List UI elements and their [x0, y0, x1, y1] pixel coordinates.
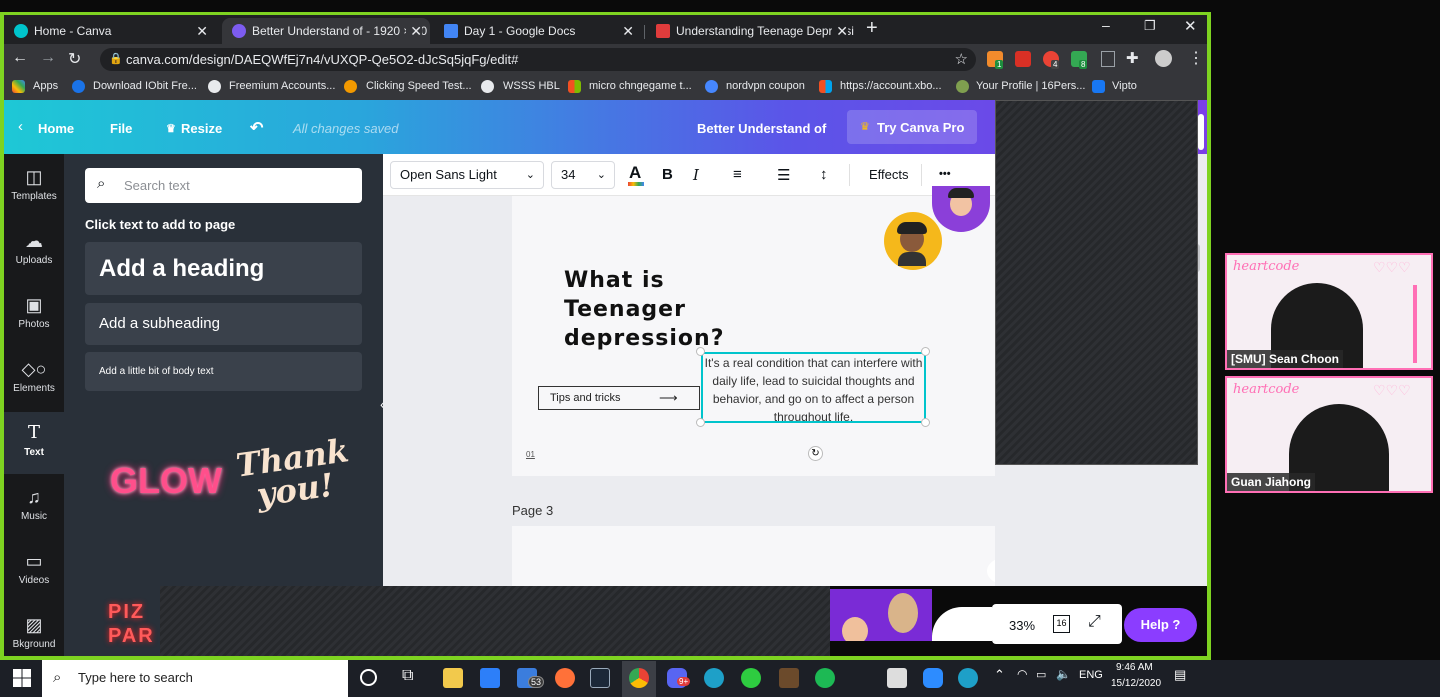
clock-date[interactable]: 15/12/2020: [1111, 678, 1161, 689]
participant-name: [SMU] Sean Choon: [1227, 350, 1343, 368]
clock-time[interactable]: 9:46 AM: [1116, 662, 1153, 673]
zoom-app-icon[interactable]: [923, 668, 943, 688]
task-view-icon[interactable]: ⧉: [402, 667, 413, 685]
chrome-icon[interactable]: [629, 668, 649, 688]
steam-icon[interactable]: [590, 668, 610, 688]
file-explorer-icon[interactable]: [443, 668, 463, 688]
background-logo: heartcode: [1233, 259, 1300, 274]
hearts-decoration-icon: ♡♡♡: [1373, 259, 1411, 275]
windows-start-icon[interactable]: [13, 669, 31, 687]
background-logo: heartcode: [1233, 382, 1300, 397]
app-icon[interactable]: [958, 668, 978, 688]
app-icon[interactable]: [704, 668, 724, 688]
language-indicator[interactable]: ENG: [1079, 669, 1103, 681]
discord-badge: 9+: [677, 677, 691, 686]
wifi-icon[interactable]: ◠: [1017, 667, 1027, 681]
store-icon[interactable]: [480, 668, 500, 688]
participant-video[interactable]: heartcode ♡♡♡ [SMU] Sean Choon: [1225, 253, 1433, 370]
app-icon[interactable]: [741, 668, 761, 688]
minecraft-icon[interactable]: [779, 668, 799, 688]
cortana-icon[interactable]: [360, 669, 377, 686]
spotify-icon[interactable]: [815, 668, 835, 688]
search-icon: ⌕: [53, 669, 62, 686]
participant-name: Guan Jiahong: [1227, 473, 1316, 491]
participant-video[interactable]: heartcode ♡♡♡ Guan Jiahong: [1225, 376, 1433, 493]
volume-icon[interactable]: 🔈: [1056, 667, 1071, 681]
app-icon[interactable]: [887, 668, 907, 688]
taskbar-search-input[interactable]: ⌕ Type here to search: [42, 660, 348, 697]
mail-badge: 53: [528, 676, 545, 688]
battery-icon[interactable]: ▭: [1036, 668, 1046, 681]
shared-screen-border: [0, 12, 1211, 660]
search-placeholder: Type here to search: [78, 670, 193, 685]
notifications-icon[interactable]: ▤: [1174, 667, 1186, 683]
tray-chevron-up-icon[interactable]: ⌃: [994, 667, 1005, 683]
hearts-decoration-icon: ♡♡♡: [1373, 382, 1411, 398]
firefox-icon[interactable]: [555, 668, 575, 688]
